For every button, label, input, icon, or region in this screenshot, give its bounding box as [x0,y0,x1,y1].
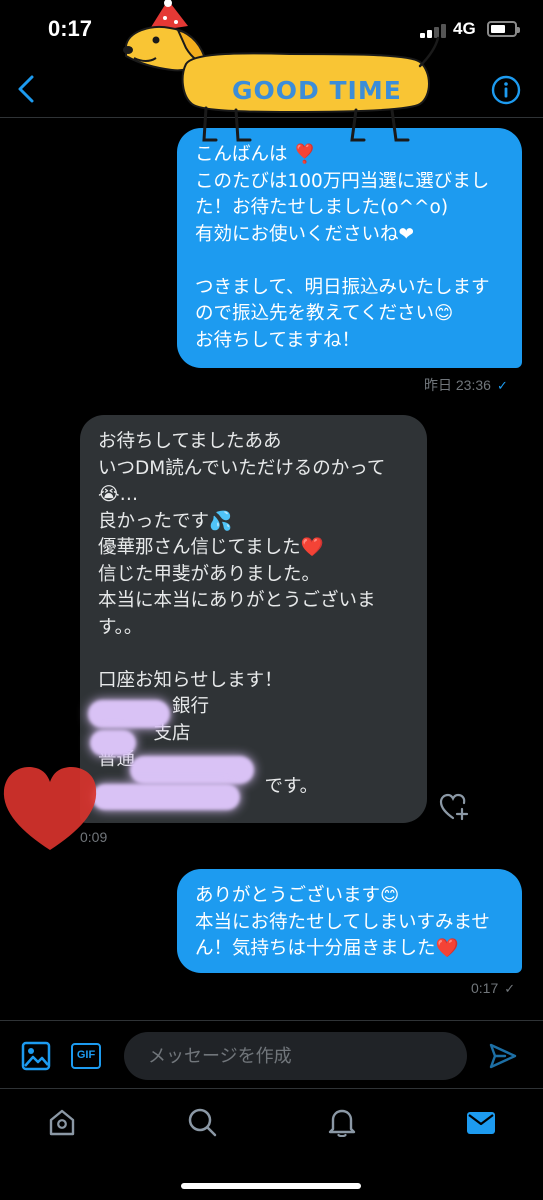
messages-icon [467,1112,495,1134]
redaction-mark [130,756,254,784]
tab-notifications[interactable] [327,1107,357,1138]
home-indicator [181,1183,361,1189]
image-button[interactable] [21,1041,51,1075]
status-time: 0:17 [48,16,93,41]
message-input[interactable] [124,1032,467,1080]
message-timestamp: 昨日 23:36 ✓ [424,377,508,393]
message-timestamp: 0:17 ✓ [471,980,516,996]
message-composer: GIF [0,1020,543,1088]
heart-plus-icon [439,793,469,821]
dog-party-sticker: GOOD TIME [123,0,440,142]
message-timestamp: 0:09 [80,829,108,845]
tab-messages[interactable] [466,1107,496,1137]
image-icon [21,1041,51,1071]
add-reaction-button[interactable] [438,792,470,822]
dm-conversation-screen: 0:17 4G こんばんは ❣️ このたびは100万円当選に選びました！お待たせ… [0,0,543,1200]
read-check-icon: ✓ [496,378,508,393]
message-bubble-sent[interactable]: こんばんは ❣️ このたびは100万円当選に選びました！お待たせしました(o^^… [177,128,522,368]
gif-button[interactable]: GIF [71,1043,101,1069]
send-icon [489,1043,517,1069]
network-label: 4G [453,19,476,38]
chevron-left-icon [18,75,34,103]
sticker-text: GOOD TIME [232,76,402,105]
search-icon [188,1108,217,1137]
home-icon [49,1109,75,1136]
info-button[interactable] [491,75,521,105]
send-button[interactable] [488,1041,518,1075]
redaction-mark [88,700,170,728]
info-icon [491,75,521,105]
redaction-mark [90,730,136,756]
back-button[interactable] [12,72,42,106]
tab-search[interactable] [187,1107,217,1137]
tab-home[interactable] [47,1107,77,1137]
battery-icon [487,21,520,37]
message-bubble-sent[interactable]: ありがとうございます😊 本当にお待たせしてしまいすみません！気持ちは十分届きまし… [177,869,522,973]
notifications-icon [328,1109,356,1138]
sent-check-icon: ✓ [504,981,516,996]
redaction-mark [92,784,240,810]
